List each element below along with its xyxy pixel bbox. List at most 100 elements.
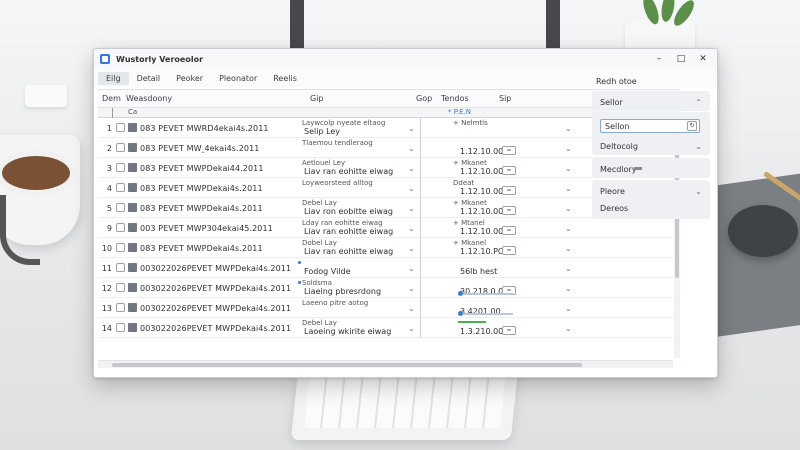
chevron-down-icon[interactable]: ⌄ xyxy=(408,244,415,253)
table-row[interactable]: 14 003022026PEVET MWPDekai4s.2011 Debel La… xyxy=(98,318,673,338)
table-row[interactable]: 2 083 PEVET MW‸4ekai4s.2011 Tlaemou tendle… xyxy=(98,138,673,158)
row-action-button[interactable]: = xyxy=(502,166,516,175)
panel-input[interactable]: Sellon ↻ xyxy=(600,119,700,133)
row-action-button[interactable]: = xyxy=(502,186,516,195)
row-checkbox[interactable] xyxy=(116,303,125,312)
column-divider xyxy=(420,138,421,158)
value-slider[interactable] xyxy=(458,311,513,316)
maximize-button[interactable]: □ xyxy=(671,51,691,67)
right-panel-title: Redh otoe xyxy=(596,77,637,86)
detail-primary: Laeeno pitre aotog xyxy=(302,299,369,307)
row-number: 12 xyxy=(101,284,112,293)
status-dot-icon xyxy=(298,281,301,284)
chevron-down-icon[interactable]: ⌄ xyxy=(565,224,572,233)
table-row[interactable]: 5 083 PEVET MWPDekai4s.2011 Debel Lay Liav … xyxy=(98,198,673,218)
header-dem[interactable]: Dem xyxy=(102,94,121,103)
chevron-down-icon[interactable]: ⌄ xyxy=(565,204,572,213)
chevron-down-icon[interactable]: ⌄ xyxy=(565,144,572,153)
row-checkbox[interactable] xyxy=(116,123,125,132)
table-row[interactable]: 13 003022026PEVET MWPDekai4s.2011 Laeeno p… xyxy=(98,298,673,318)
row-number: 1 xyxy=(106,124,112,133)
chevron-down-icon[interactable]: ⌄ xyxy=(565,164,572,173)
menu-item-3[interactable]: Pleonator xyxy=(211,72,265,85)
row-number: 3 xyxy=(106,164,112,173)
row-number: 14 xyxy=(101,324,112,333)
row-checkbox[interactable] xyxy=(116,183,125,192)
row-action-button[interactable]: = xyxy=(502,326,516,335)
slider-knob[interactable] xyxy=(458,311,463,316)
chevron-down-icon[interactable]: ⌄ xyxy=(565,184,572,193)
input-action-icon[interactable]: ↻ xyxy=(687,121,697,131)
chevron-down-icon[interactable]: ⌄ xyxy=(408,124,415,133)
table-row[interactable]: 1 083 PEVET MWRD4ekai4s.2011 Laywcolp nyea… xyxy=(98,118,673,138)
type-primary: + Mkanel xyxy=(453,239,487,247)
chevron-down-icon[interactable]: ⌄ xyxy=(408,184,415,193)
close-button[interactable]: ✕ xyxy=(693,51,713,67)
horizontal-scrollbar[interactable] xyxy=(98,360,673,368)
row-checkbox[interactable] xyxy=(116,143,125,152)
header-tendos[interactable]: Tendos xyxy=(441,94,469,103)
chevron-down-icon[interactable]: ⌄ xyxy=(408,324,415,333)
row-checkbox[interactable] xyxy=(116,203,125,212)
chevron-down-icon[interactable]: ⌄ xyxy=(408,224,415,233)
row-action-button[interactable]: = xyxy=(502,146,516,155)
detail-secondary: Liav ran eohitte eiwag xyxy=(304,167,394,176)
panel-card-mecdlory[interactable]: Mecdlory xyxy=(592,158,710,178)
row-action-button[interactable]: = xyxy=(502,246,516,255)
row-number: 4 xyxy=(106,184,112,193)
row-number: 11 xyxy=(101,264,112,273)
file-name: 083 PEVET MWPDekai4s.2011 xyxy=(140,244,263,253)
header-gip[interactable]: Gip xyxy=(310,94,324,103)
progress-indicator xyxy=(458,321,486,323)
chevron-down-icon[interactable]: ⌄ xyxy=(565,244,572,253)
panel-card-dereos[interactable]: Dereos xyxy=(592,197,710,219)
chevron-down-icon[interactable]: ⌄ xyxy=(565,264,572,273)
table-row[interactable]: 9 003 PEVET MWP304ekai45.2011 Lday ran eoh… xyxy=(98,218,673,238)
table-row[interactable]: 4 083 PEVET MWPDekai4s.2011 Loyweorsteed a… xyxy=(98,178,673,198)
row-checkbox[interactable] xyxy=(116,323,125,332)
file-name: 003022026PEVET MWPDekai4s.2011 xyxy=(140,324,292,333)
table-row[interactable]: 11 003022026PEVET MWPDekai4s.2011 Fodog Vi… xyxy=(98,258,673,278)
menu-item-2[interactable]: Peoker xyxy=(168,72,211,85)
header-gop[interactable]: Gop xyxy=(416,94,432,103)
file-name: 003022026PEVET MWPDekai4s.2011 xyxy=(140,304,292,313)
header-name[interactable]: Weasdoony xyxy=(126,94,172,103)
chevron-down-icon[interactable]: ⌄ xyxy=(408,264,415,273)
file-icon xyxy=(128,203,137,212)
detail-secondary: Selip Ley xyxy=(304,127,341,136)
header-sip[interactable]: Sip xyxy=(499,94,511,103)
chevron-down-icon[interactable]: ⌄ xyxy=(565,324,572,333)
panel-card-deltocolg[interactable]: Deltocolg ⌄ xyxy=(592,135,710,155)
menu-item-1[interactable]: Detail xyxy=(129,72,169,85)
title-bar[interactable]: Wustorly Veroeolor – □ ✕ xyxy=(94,49,717,69)
panel-card-sellor[interactable]: Sellor ⌃ xyxy=(592,91,710,111)
chevron-down-icon[interactable]: ⌄ xyxy=(565,304,572,313)
value-slider[interactable] xyxy=(458,291,513,296)
table-row[interactable]: 3 083 PEVET MWPDekai44.2011 Aetlouel Ley Li… xyxy=(98,158,673,178)
menu-item-0[interactable]: Eilg xyxy=(98,71,129,85)
scroll-thumb[interactable] xyxy=(112,363,582,367)
chevron-down-icon[interactable]: ⌄ xyxy=(408,164,415,173)
table-row[interactable]: 10 083 PEVET MWPDekai4s.2011 Dobel Lay Liav… xyxy=(98,238,673,258)
minimize-button[interactable]: – xyxy=(649,51,669,67)
chevron-down-icon[interactable]: ⌄ xyxy=(408,304,415,313)
chevron-down-icon[interactable]: ⌄ xyxy=(565,124,572,133)
type-value: 1.3.210.00 xyxy=(460,327,504,336)
row-checkbox[interactable] xyxy=(116,263,125,272)
menu-item-4[interactable]: Reelis xyxy=(265,72,305,85)
toggle-icon[interactable] xyxy=(634,167,642,170)
column-divider xyxy=(420,238,421,258)
row-checkbox[interactable] xyxy=(116,283,125,292)
chevron-down-icon[interactable]: ⌄ xyxy=(565,284,572,293)
row-action-button[interactable]: = xyxy=(502,206,516,215)
chevron-down-icon[interactable]: ⌄ xyxy=(408,144,415,153)
slider-knob[interactable] xyxy=(458,291,463,296)
chevron-down-icon[interactable]: ⌄ xyxy=(408,204,415,213)
row-checkbox[interactable] xyxy=(116,243,125,252)
card-label: Deltocolg xyxy=(600,142,638,151)
row-checkbox[interactable] xyxy=(116,223,125,232)
row-checkbox[interactable] xyxy=(116,163,125,172)
chevron-down-icon[interactable]: ⌄ xyxy=(408,284,415,293)
table-row[interactable]: 12 003022026PEVET MWPDekai4s.2011 Soldsma L… xyxy=(98,278,673,298)
row-action-button[interactable]: = xyxy=(502,226,516,235)
